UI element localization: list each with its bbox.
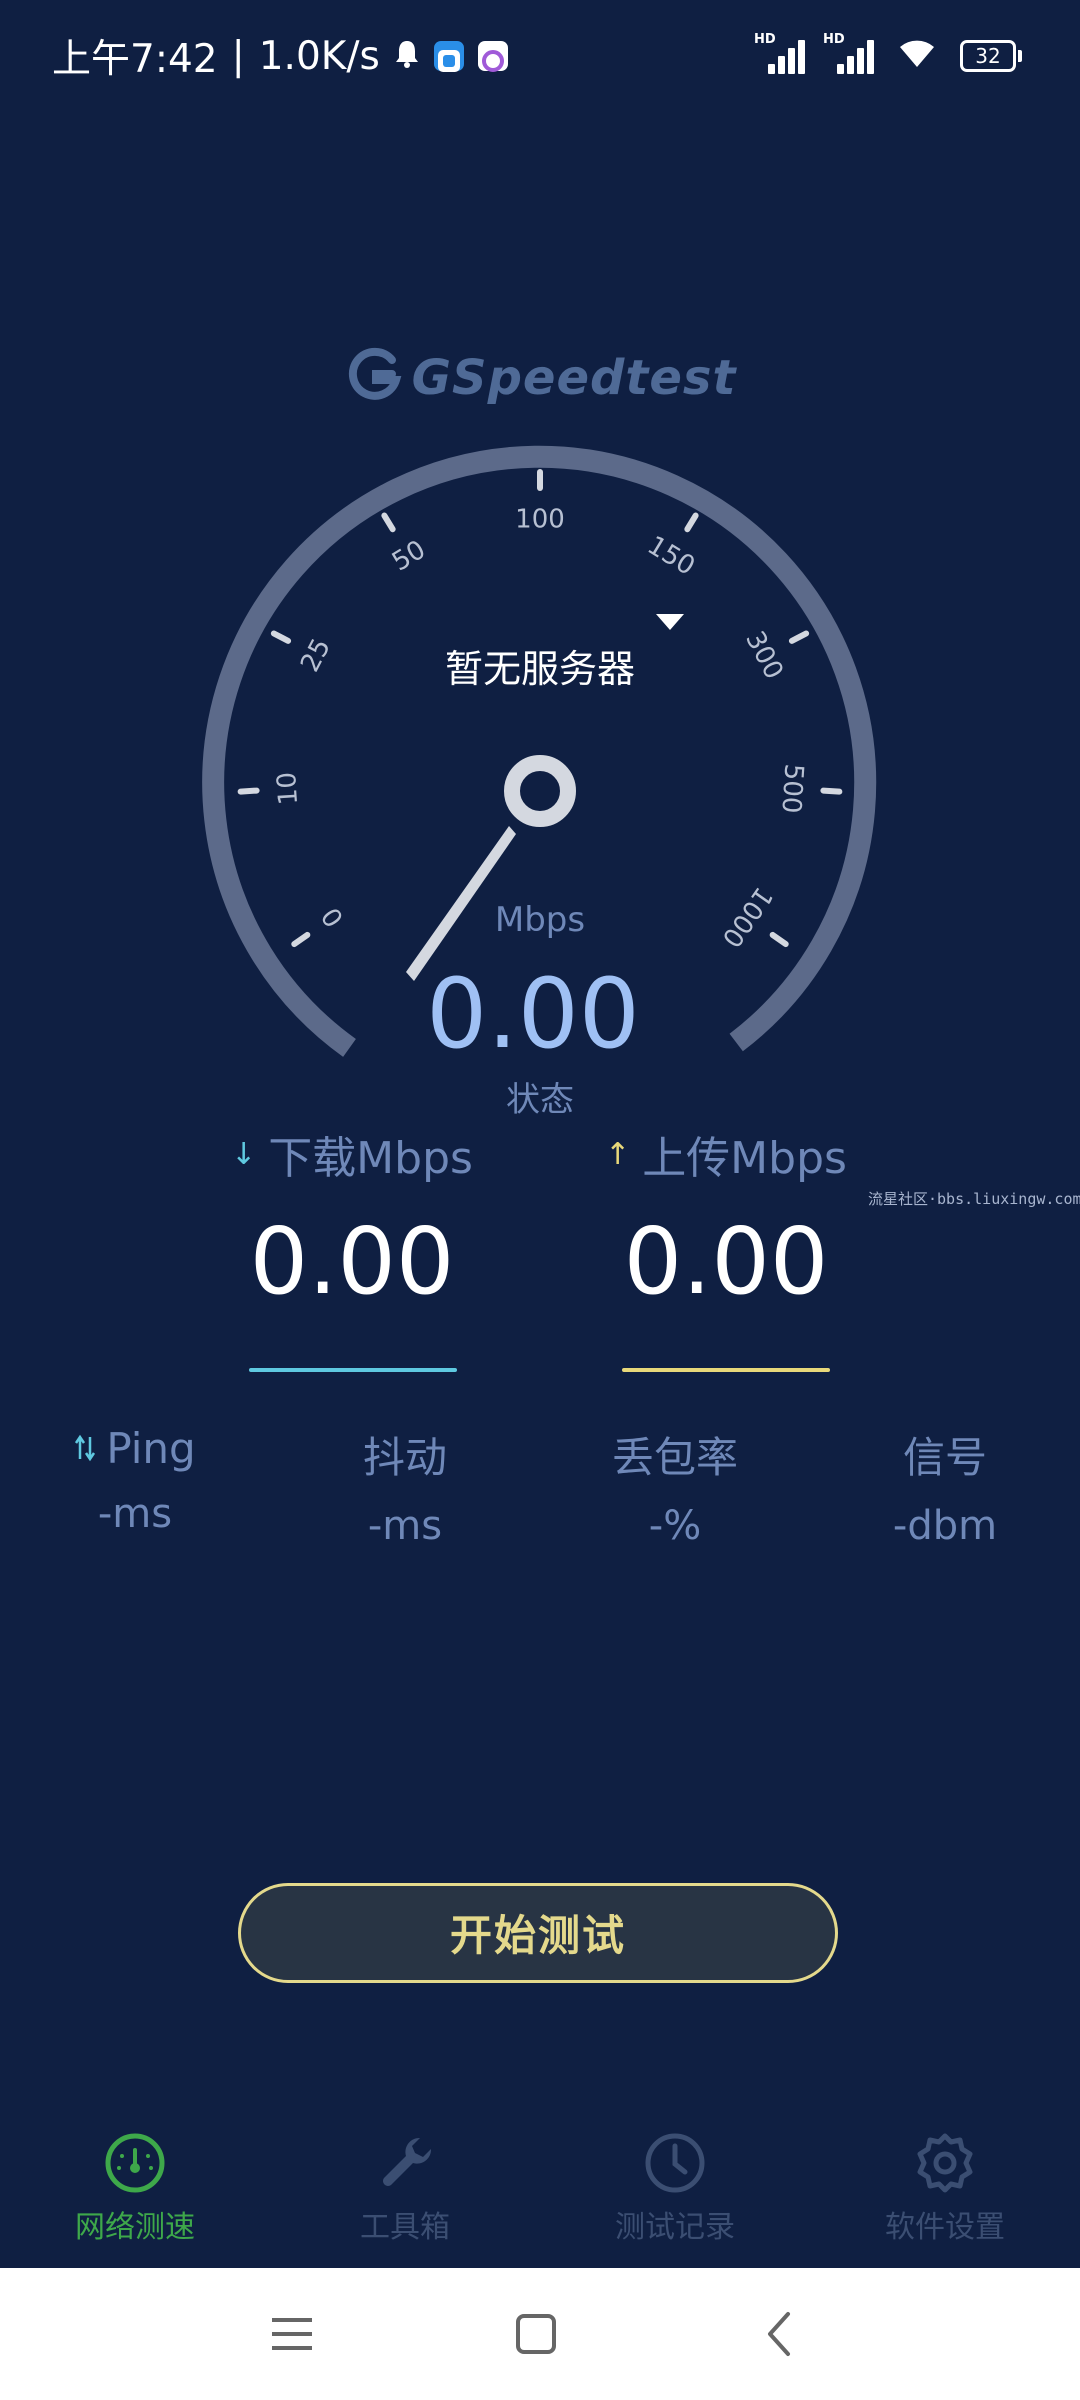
app-logo: GSpeedtest xyxy=(0,346,1080,410)
upload-underline xyxy=(622,1368,830,1372)
gauge-tick-labels: 01025501001503005001000 xyxy=(272,505,809,953)
wrench-icon xyxy=(383,2137,432,2186)
home-icon[interactable] xyxy=(508,2306,564,2362)
logo-g-icon xyxy=(344,346,404,410)
stat-signal-label: 信号 xyxy=(902,1433,987,1482)
upload-value: 0.00 xyxy=(623,1208,829,1315)
stat-ping-value: -ms xyxy=(97,1491,173,1537)
download-metric: ↓ 下载Mbps 0.00 xyxy=(172,1122,532,1315)
status-bar: 上午7:42 | 1.0K/s HD HD 32 xyxy=(0,0,1080,110)
stat-jitter: 抖动 -ms xyxy=(280,1424,530,1549)
gauge-tick-label: 10 xyxy=(272,771,304,806)
gauge-tick-mark xyxy=(820,787,843,795)
status-time: 上午7:42 xyxy=(52,37,218,82)
upload-metric: ↑ 上传Mbps 0.00 xyxy=(546,1122,906,1315)
nav-toolbox-label: 工具箱 xyxy=(360,2210,450,2245)
status-right: HD HD 32 xyxy=(754,32,1022,80)
ping-arrows-icon xyxy=(74,1424,96,1473)
system-nav-bar xyxy=(0,2268,1080,2400)
stat-signal-value: -dbm xyxy=(892,1503,998,1549)
start-test-button[interactable]: 开始测试 xyxy=(238,1883,838,1983)
back-icon[interactable] xyxy=(752,2306,808,2362)
status-separator: | xyxy=(231,33,245,79)
upload-arrow-icon: ↑ xyxy=(605,1136,631,1172)
camera-app-icon xyxy=(477,41,508,72)
gauge-status: 状态 xyxy=(506,1080,574,1120)
nav-history-label: 测试记录 xyxy=(615,2210,735,2245)
battery-icon: 32 xyxy=(960,40,1022,72)
bell-icon xyxy=(394,34,420,78)
nav-speedtest[interactable]: 网络测速 xyxy=(0,2130,270,2246)
app-notification-icon xyxy=(433,41,464,72)
menu-icon[interactable] xyxy=(264,2306,320,2362)
watermark: 流星社区·bbs.liuxingw.com xyxy=(868,1190,1080,1208)
needle-hub xyxy=(504,755,576,827)
upload-label: 上传Mbps xyxy=(642,1133,847,1184)
speedometer-icon xyxy=(105,2133,165,2193)
gauge-tick-label: 500 xyxy=(775,763,808,814)
nav-history[interactable]: 测试记录 xyxy=(540,2130,810,2246)
gauge-tick-label: 150 xyxy=(642,530,700,581)
gauge-tick-label: 100 xyxy=(515,505,565,535)
download-underline xyxy=(249,1368,457,1372)
nav-settings[interactable]: 软件设置 xyxy=(810,2130,1080,2246)
signal-2-icon: HD xyxy=(823,32,874,74)
logo-text: GSpeedtest xyxy=(411,350,737,406)
download-arrow-icon: ↓ xyxy=(231,1136,257,1172)
server-dropdown-icon[interactable] xyxy=(656,614,684,630)
signal-1-icon: HD xyxy=(754,32,805,74)
nav-toolbox[interactable]: 工具箱 xyxy=(270,2130,540,2246)
gear-icon xyxy=(917,2133,973,2193)
download-value: 0.00 xyxy=(249,1208,455,1315)
stat-ping: Ping -ms xyxy=(10,1424,260,1537)
gauge-tick-mark xyxy=(237,787,260,795)
upload-header: ↑ 上传Mbps xyxy=(546,1122,906,1186)
gauge-tick-mark xyxy=(684,512,699,533)
server-selector[interactable]: 暂无服务器 xyxy=(0,638,1080,693)
nav-speedtest-label: 网络测速 xyxy=(75,2210,195,2245)
stats-row: Ping -ms 抖动 -ms 丢包率 -% 信号 -dbm xyxy=(0,1424,1080,1564)
network-speed: 1.0K/s xyxy=(258,33,380,79)
nav-settings-label: 软件设置 xyxy=(885,2210,1005,2245)
stat-jitter-value: -ms xyxy=(367,1503,443,1549)
stat-ping-label: Ping xyxy=(106,1424,196,1473)
stat-packet-loss-value: -% xyxy=(648,1503,702,1549)
stat-signal: 信号 -dbm xyxy=(820,1424,1070,1549)
wifi-icon xyxy=(896,34,938,78)
download-label: 下载Mbps xyxy=(268,1133,473,1184)
clock-icon xyxy=(645,2133,705,2193)
gauge-unit: Mbps xyxy=(494,900,586,940)
gauge-tick-mark xyxy=(381,512,396,533)
download-header: ↓ 下载Mbps xyxy=(172,1122,532,1186)
bottom-nav: 网络测速 工具箱 测试记录 软件设置 xyxy=(0,2130,1080,2268)
status-left: 上午7:42 | 1.0K/s xyxy=(52,30,508,82)
gauge-tick-label: 50 xyxy=(387,535,431,578)
stat-packet-loss: 丢包率 -% xyxy=(550,1424,800,1549)
stat-jitter-label: 抖动 xyxy=(362,1433,447,1482)
stat-packet-loss-label: 丢包率 xyxy=(611,1433,738,1482)
gauge-speed-value: 0.00 xyxy=(426,958,640,1070)
